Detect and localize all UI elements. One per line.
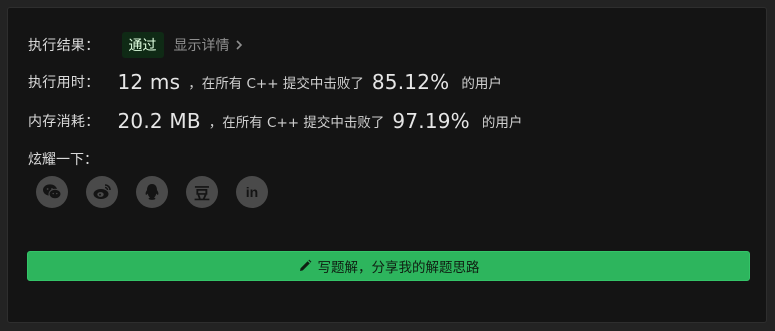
memory-label: 内存消耗： — [28, 114, 100, 130]
memory-suffix: 的用户 — [481, 115, 523, 131]
wechat-icon[interactable] — [36, 176, 68, 208]
show-details-link[interactable]: 显示详情 — [174, 35, 244, 55]
douban-glyph: 豆 — [193, 184, 210, 203]
result-row: 执行结果： 通过 显示详情 — [28, 32, 244, 58]
qq-icon[interactable] — [136, 176, 168, 208]
pencil-icon — [299, 259, 311, 271]
linkedin-icon[interactable]: in — [236, 176, 268, 208]
runtime-value: 12 ms — [117, 70, 181, 94]
douban-icon[interactable]: 豆 — [186, 176, 218, 208]
memory-value: 20.2 MB — [117, 109, 201, 133]
submission-result-panel: 执行结果： 通过 显示详情 执行用时： 12 ms ，在所有 C++ 提交中击败… — [7, 7, 767, 323]
runtime-suffix: 的用户 — [461, 76, 502, 92]
runtime-beat-text: ，在所有 C++ 提交中击败了 — [188, 76, 364, 92]
runtime-row: 执行用时： 12 ms ，在所有 C++ 提交中击败了 85.12% 的用户 — [28, 70, 502, 94]
show-details-label: 显示详情 — [173, 38, 230, 54]
memory-percent: 97.19% — [392, 109, 470, 133]
share-label: 炫耀一下： — [28, 152, 98, 168]
memory-row: 内存消耗： 20.2 MB ，在所有 C++ 提交中击败了 97.19% 的用户 — [28, 109, 522, 133]
share-row: 炫耀一下： — [28, 149, 98, 169]
share-icons: 豆 in — [36, 176, 268, 208]
write-solution-button[interactable]: 写题解，分享我的解题思路 — [27, 251, 750, 281]
chevron-right-icon — [235, 40, 242, 50]
runtime-percent: 85.12% — [371, 70, 450, 94]
weibo-icon[interactable] — [86, 176, 118, 208]
status-badge: 通过 — [121, 32, 164, 58]
result-label: 执行结果： — [28, 38, 100, 54]
runtime-label: 执行用时： — [28, 75, 100, 91]
linkedin-glyph: in — [245, 184, 259, 200]
write-solution-label: 写题解，分享我的解题思路 — [317, 260, 480, 276]
memory-beat-text: ，在所有 C++ 提交中击败了 — [208, 115, 385, 131]
